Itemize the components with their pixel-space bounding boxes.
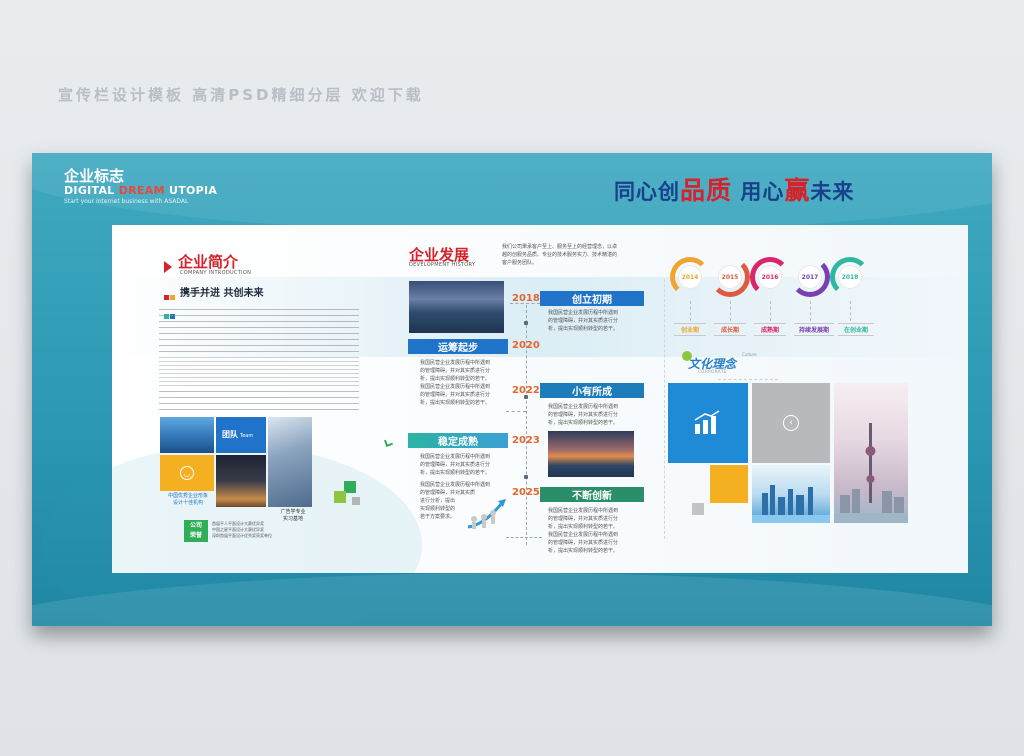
step-label: 创业期 xyxy=(674,323,706,336)
pin-line xyxy=(850,301,851,321)
team-tile: 团队 Team xyxy=(216,417,266,453)
milestone-text: 我国民营企业发展历程中所遇到 的管理障碍，并对其实质进行分 析，提出实现顺利转型的若… xyxy=(548,508,619,554)
city-illustration xyxy=(160,417,214,453)
text-lines xyxy=(159,309,359,353)
milestone-year: 2023 xyxy=(512,435,540,446)
dev-title-en: DEVELOPMENT HISTORY xyxy=(409,262,476,268)
step-year: 2016 xyxy=(758,265,782,289)
gray-square xyxy=(692,503,704,515)
intro-title: 企业简介 xyxy=(178,253,239,271)
step-year: 2017 xyxy=(798,265,822,289)
milestone-label: 稳定成熟 xyxy=(408,433,508,448)
milestone-label: 运筹起步 xyxy=(408,339,508,354)
bar-chart-icon xyxy=(694,410,720,434)
step-label: 持续发展期 xyxy=(794,323,834,336)
smile-tile: ◡ xyxy=(160,455,214,491)
timeline-dot xyxy=(524,321,528,325)
culture-en: Culture xyxy=(742,352,757,357)
pin-line xyxy=(810,301,811,321)
logo-title: 企业标志 xyxy=(64,167,125,185)
step-year: 2014 xyxy=(678,265,702,289)
milestone-label: 小有所成 xyxy=(540,383,644,398)
timeline-line xyxy=(506,537,542,538)
base-text: 广告学专业 实习基地 xyxy=(280,509,306,522)
green-square xyxy=(334,491,346,503)
milestone-label: 创立初期 xyxy=(540,291,644,306)
chevron-right-icon xyxy=(164,261,172,273)
tower-photo xyxy=(834,383,908,523)
milestone-text: 我国民营企业发展历程中所遇到 的管理障碍，并对其实质进行分 析，提出实现顺利转型的若… xyxy=(420,360,491,406)
corporate-en: CORPORATE xyxy=(698,369,727,374)
night-city-photo xyxy=(216,455,266,507)
dev-desc: 我们公司秉承客户至上、服务至上的经营理念，以卓 越的创服务品质、专业的技术服务实力… xyxy=(502,244,618,266)
timeline-dot xyxy=(524,475,528,479)
smile-icon: ◡ xyxy=(180,466,194,480)
milestone-label: 不断创新 xyxy=(540,487,644,502)
culture-underline xyxy=(718,379,778,380)
pin-line xyxy=(690,301,691,321)
slogan: 同心创品质 用心赢未来 xyxy=(614,176,855,205)
gray-square xyxy=(352,497,360,505)
sunset-city-photo xyxy=(548,431,634,477)
intro-title-en: COMPANY INTRODUCTION xyxy=(180,270,252,276)
milestone-year: 2025 xyxy=(512,487,540,498)
logo-subtitle: DIGITAL DREAM UTOPIA xyxy=(64,184,218,197)
milestone-text: 我国民营企业发展历程中所遇到 的管理障碍，并对其实质进行分 析，提出实现顺利转型的若… xyxy=(548,310,619,332)
step-label: 在创业期 xyxy=(838,323,874,336)
intro-paragraph xyxy=(159,309,359,415)
milestone-year: 2020 xyxy=(512,340,540,351)
timeline-line xyxy=(506,411,526,412)
climbing-figures-icon xyxy=(464,495,510,531)
chevron-left-icon[interactable]: ‹ xyxy=(783,415,799,431)
cyan-city-photo xyxy=(752,465,830,523)
gray-tile: ‹ xyxy=(752,383,830,463)
lake-city-photo xyxy=(409,281,504,333)
glass-building-photo xyxy=(268,417,312,507)
milestone-text: 我国民营企业发展历程中所遇到 的管理障碍，并对其实质进行分 析，提出实现顺利转型的若… xyxy=(548,404,619,426)
stage-stepper: 2014 2015 2016 2017 2018 xyxy=(670,251,910,311)
content-panel: 企业简介 COMPANY INTRODUCTION 携手并进 共创未来 团队 Te… xyxy=(42,225,968,626)
pin-line xyxy=(770,301,771,321)
logo-tagline: Start your internet business with ASADAL xyxy=(64,198,189,205)
billboard: 企业标志 DIGITAL DREAM UTOPIA Start your int… xyxy=(32,153,992,626)
growth-tile xyxy=(668,383,748,463)
honor-tile: 公司 荣誉 xyxy=(184,520,208,542)
pin-line xyxy=(730,301,731,321)
milestone-year: 2022 xyxy=(512,385,540,396)
step-year: 2018 xyxy=(838,265,862,289)
yellow-square xyxy=(710,465,748,503)
team-label: 团队 Team xyxy=(222,430,254,439)
template-caption: 宣传栏设计模板 高清PSD精细分层 欢迎下载 xyxy=(58,86,424,104)
award-text: 中国优秀企业形象 设计十佳机构 xyxy=(167,493,208,506)
motto: 携手并进 共创未来 xyxy=(180,288,264,299)
milestone-year: 2018 xyxy=(512,293,540,304)
leaf-icon xyxy=(384,438,393,447)
step-label: 成长期 xyxy=(714,323,746,336)
milestone-text: 我国民营企业发展历程中所遇到 的管理障碍，并对其实质进行分 析，提出实现顺利转型的若… xyxy=(420,454,491,476)
step-year: 2015 xyxy=(718,265,742,289)
step-label: 成熟期 xyxy=(754,323,786,336)
honor-list: 首届平人平面设计大赛优异奖 中国之星平面设计大赛优异奖 深圳首届平面设计优秀奖获奖单… xyxy=(212,521,272,538)
column-divider xyxy=(664,279,665,539)
text-lines xyxy=(159,391,359,415)
text-lines-en xyxy=(159,357,359,387)
